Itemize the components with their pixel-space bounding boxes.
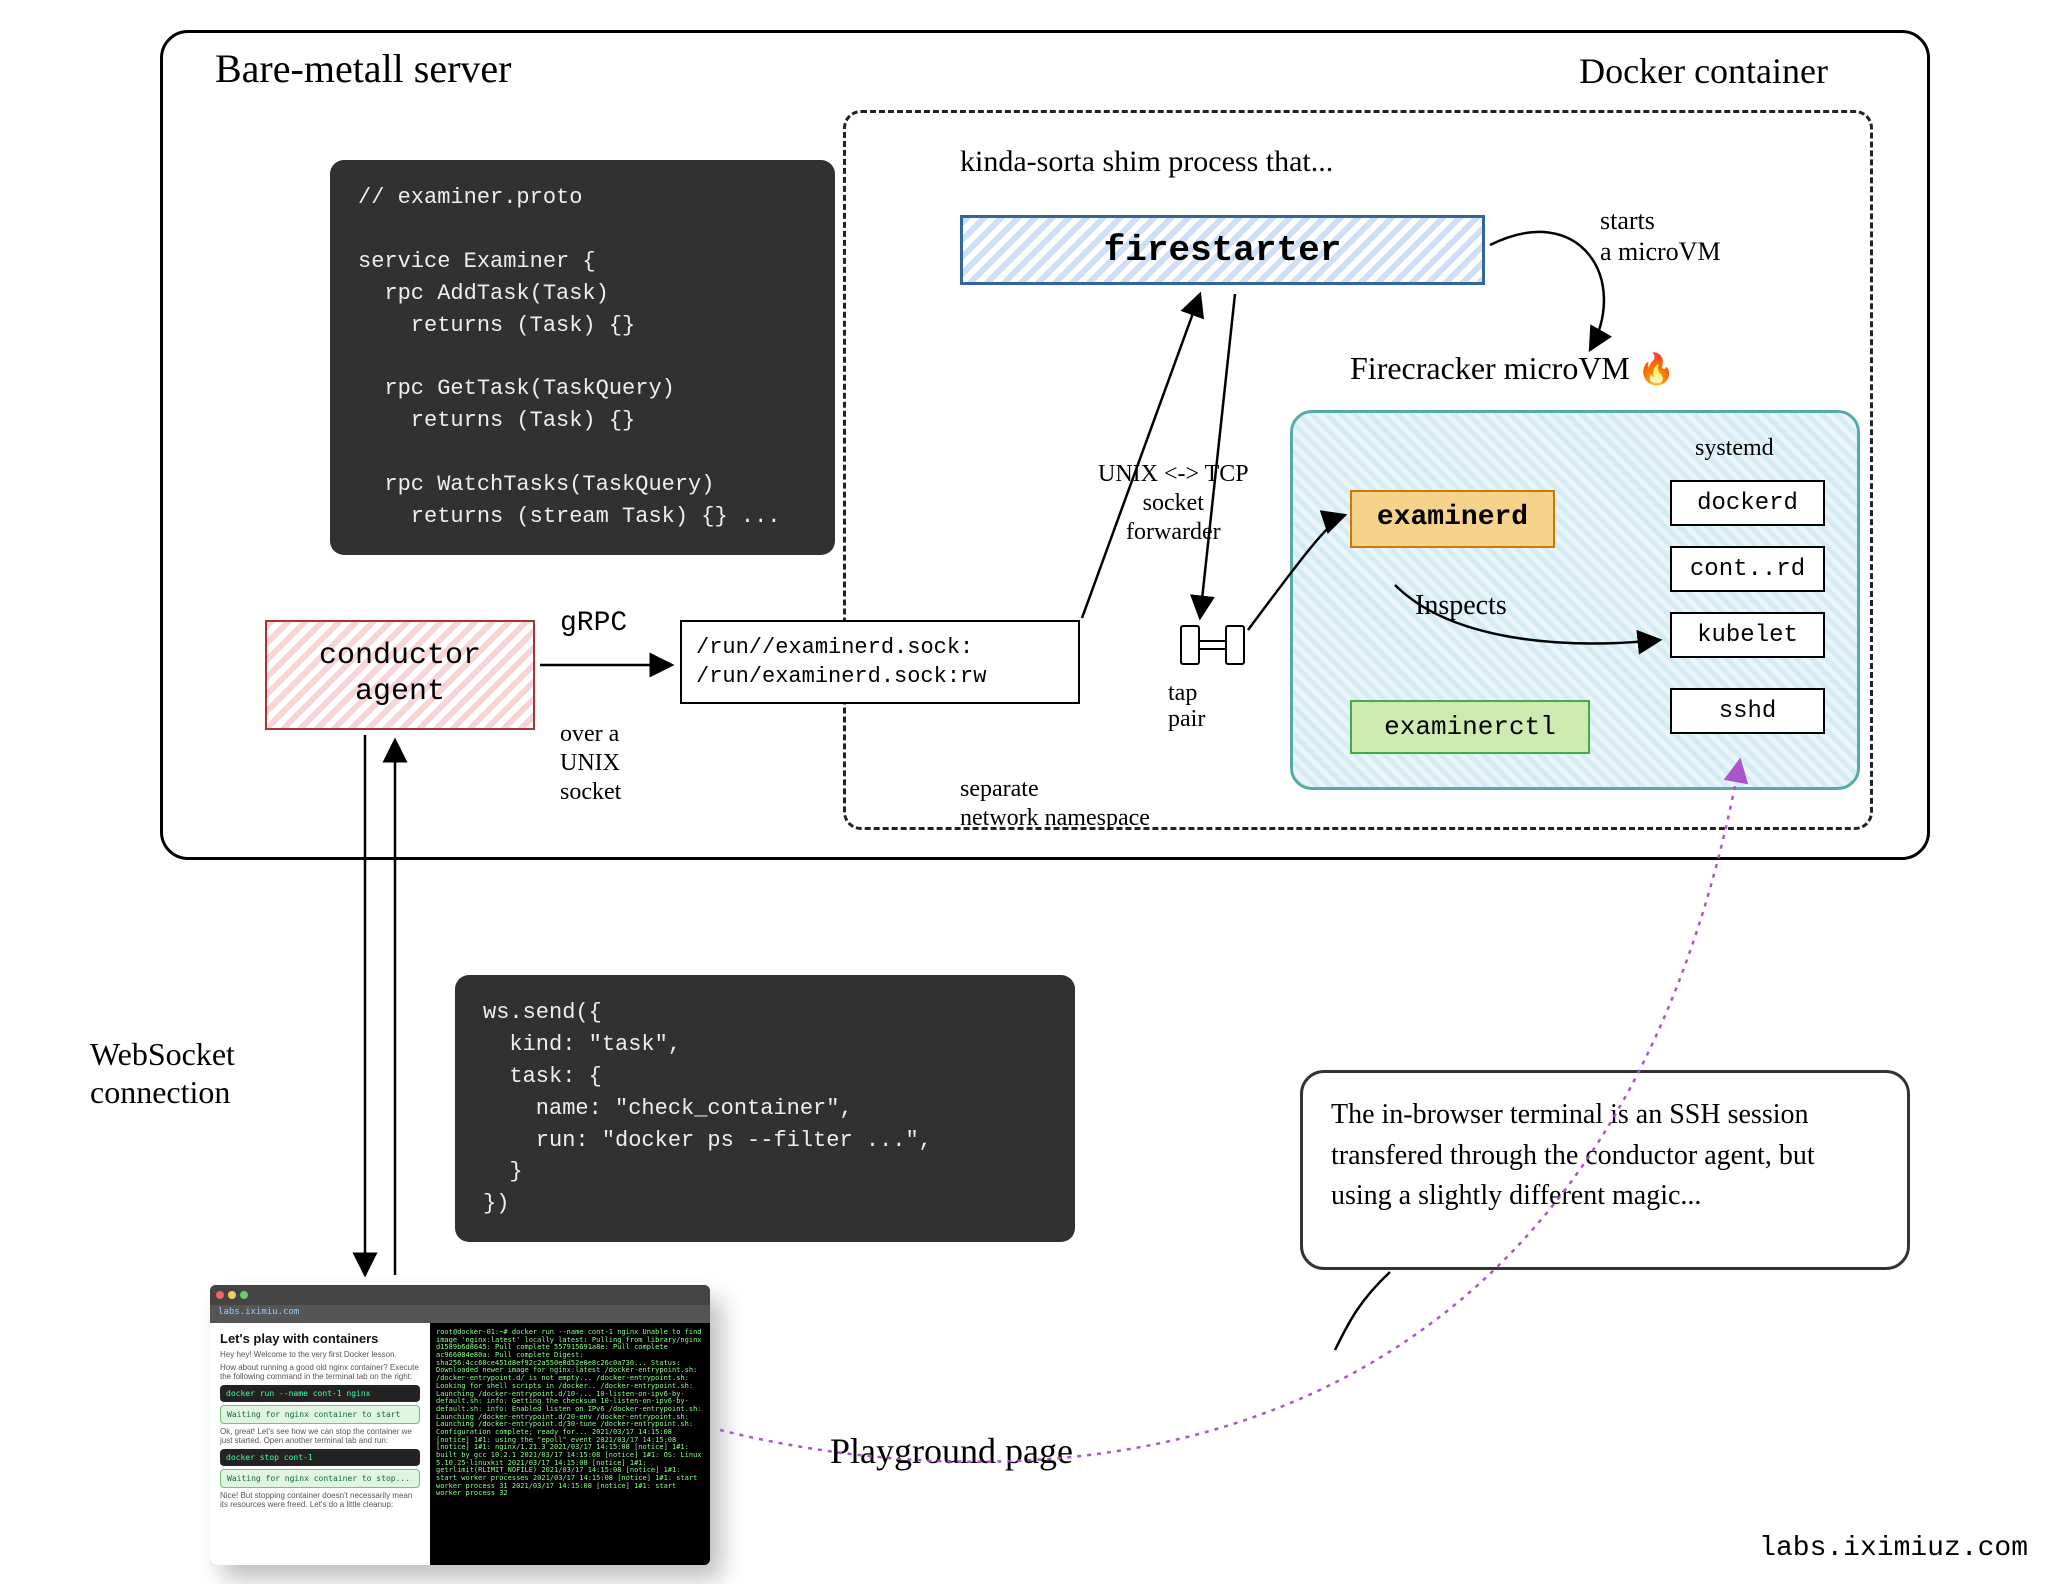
service-kubelet-box: kubelet	[1670, 612, 1825, 658]
browser-instructions-panel: Let's play with containers Hey hey! Welc…	[210, 1323, 430, 1565]
close-dot-icon	[216, 1291, 224, 1299]
docker-title: Docker container	[1579, 50, 1828, 92]
service-containerd-box: cont..rd	[1670, 546, 1825, 592]
browser-url-bar: labs.iximiu.com	[210, 1305, 710, 1323]
lesson-text: Ok, great! Let's see how we can stop the…	[220, 1427, 420, 1445]
websocket-code-block: ws.send({ kind: "task", task: { name: "c…	[455, 975, 1075, 1242]
lesson-title: Let's play with containers	[220, 1331, 420, 1346]
socket-path-box: /run//examinerd.sock:/run/examinerd.sock…	[680, 620, 1080, 704]
tap-pair-label: tappair	[1168, 680, 1205, 733]
grpc-label: gRPC	[560, 608, 627, 639]
inspects-label: Inspects	[1415, 590, 1507, 622]
firecracker-title: Firecracker microVM 🔥	[1350, 350, 1675, 387]
starts-microvm-label: startsa microVM	[1600, 205, 1721, 267]
lesson-text: Hey hey! Welcome to the very first Docke…	[220, 1350, 420, 1359]
examinerctl-box: examinerctl	[1350, 700, 1590, 754]
service-dockerd-box: dockerd	[1670, 480, 1825, 526]
tap-left-icon	[1180, 625, 1200, 665]
systemd-label: systemd	[1695, 435, 1774, 462]
ssh-callout-bubble: The in-browser terminal is an SSH sessio…	[1300, 1070, 1910, 1270]
lesson-text: Nice! But stopping container doesn't nec…	[220, 1491, 420, 1509]
browser-screenshot: labs.iximiu.com Let's play with containe…	[210, 1285, 710, 1565]
conductor-agent-box: conductoragent	[265, 620, 535, 730]
service-sshd-box: sshd	[1670, 688, 1825, 734]
minimize-dot-icon	[228, 1291, 236, 1299]
firestarter-box: firestarter	[960, 215, 1485, 285]
browser-terminal-panel: root@docker-01:~# docker run --name cont…	[430, 1323, 710, 1565]
waiting-chip: Waiting for nginx container to stop...	[220, 1469, 420, 1488]
maximize-dot-icon	[240, 1291, 248, 1299]
kinda-sorta-label: kinda-sorta shim process that...	[960, 145, 1333, 179]
footer-url: labs.iximiuz.com	[1759, 1533, 2028, 1564]
command-chip: docker run --name cont-1 nginx	[220, 1385, 420, 1402]
tap-link-icon	[1200, 640, 1225, 650]
browser-tabbar	[210, 1285, 710, 1305]
waiting-chip: Waiting for nginx container to start	[220, 1405, 420, 1424]
socket-forwarder-label: UNIX <-> TCPsocketforwarder	[1098, 460, 1249, 546]
over-unix-label: over aUNIXsocket	[560, 720, 621, 806]
playground-page-label: Playground page	[830, 1430, 1073, 1472]
proto-code-block: // examiner.proto service Examiner { rpc…	[330, 160, 835, 555]
separate-namespace-label: separatenetwork namespace	[960, 775, 1150, 833]
websocket-connection-label: WebSocketconnection	[90, 1035, 235, 1112]
lesson-text: How about running a good old nginx conta…	[220, 1363, 420, 1381]
tap-right-icon	[1225, 625, 1245, 665]
examinerd-box: examinerd	[1350, 490, 1555, 548]
command-chip: docker stop cont-1	[220, 1449, 420, 1466]
heart-icon: 🔥	[1638, 353, 1675, 386]
server-title: Bare-metall server	[215, 45, 512, 92]
